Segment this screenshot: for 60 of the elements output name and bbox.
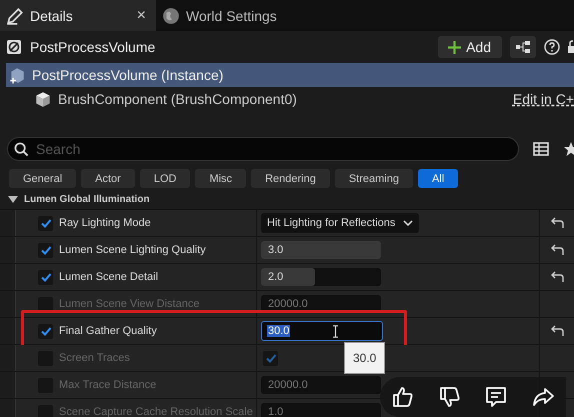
comment-icon[interactable] — [484, 385, 508, 409]
component-item[interactable]: BrushComponent (BrushComponent0) Edit in C+ — [0, 87, 574, 111]
property-label: Scene Capture Cache Resolution Scale — [59, 406, 253, 417]
component-label: BrushComponent (BrushComponent0) — [58, 91, 297, 107]
filter-tab[interactable]: Streaming — [334, 169, 413, 188]
cube-icon — [34, 90, 52, 108]
plus-icon — [448, 40, 462, 54]
thumbs-up-icon[interactable] — [391, 385, 416, 409]
enable-checkbox[interactable] — [38, 270, 53, 284]
expand-arrow-icon[interactable] — [8, 196, 18, 204]
filter-tab[interactable]: General — [9, 169, 76, 188]
property-label: Ray Lighting Mode — [59, 217, 151, 229]
tab-label: Details — [30, 8, 73, 24]
filter-tab[interactable]: Actor — [81, 169, 135, 188]
reset-icon[interactable] — [550, 244, 564, 256]
search-icon — [14, 142, 29, 157]
text-cursor-icon — [332, 324, 340, 338]
dropdown[interactable]: Hit Lighting for Reflections — [261, 213, 420, 233]
edit-link[interactable]: Edit in C+ — [512, 91, 574, 107]
actor-name: PostProcessVolume — [30, 39, 156, 55]
hierarchy-icon — [515, 39, 531, 55]
property-label: Screen Traces — [59, 352, 130, 364]
property-label: Lumen Scene Detail — [59, 271, 158, 283]
close-icon[interactable]: × — [136, 6, 146, 24]
tab-label: World Settings — [186, 8, 277, 24]
search-field[interactable]: Search — [7, 137, 519, 161]
filter-tab[interactable]: Misc — [195, 169, 246, 188]
enable-checkbox[interactable] — [38, 242, 53, 258]
filter-tab[interactable]: Rendering — [251, 169, 330, 188]
filter-tab[interactable]: All — [418, 169, 458, 188]
table-icon[interactable] — [533, 141, 549, 157]
property-label: Lumen Scene Lighting Quality — [59, 244, 206, 256]
property-label: Max Trace Distance — [59, 379, 156, 391]
chevron-down-icon — [403, 220, 414, 226]
add-button[interactable]: Add — [438, 36, 502, 58]
section-title: Lumen Global Illumination — [24, 194, 150, 205]
enable-checkbox[interactable] — [38, 324, 53, 338]
reset-icon[interactable] — [550, 217, 564, 229]
actor-icon — [6, 39, 22, 55]
slider-field[interactable]: 2.0 — [261, 268, 381, 286]
enable-checkbox[interactable] — [38, 216, 53, 230]
property-label: Final Gather Quality — [59, 325, 157, 337]
share-icon[interactable] — [530, 385, 555, 409]
property-label: Lumen Scene View Distance — [59, 298, 200, 310]
reset-icon[interactable] — [550, 325, 564, 337]
tooltip: 30.0 — [344, 342, 386, 374]
cube-icon — [8, 66, 26, 84]
thumbs-down-icon[interactable] — [438, 385, 462, 409]
blueprint-button[interactable] — [510, 36, 536, 58]
pencil-icon — [6, 6, 24, 24]
filter-tab[interactable]: LOD — [140, 169, 190, 188]
help-icon[interactable] — [544, 39, 560, 55]
reset-icon[interactable] — [550, 271, 564, 283]
component-label: PostProcessVolume (Instance) — [32, 67, 224, 83]
component-item[interactable]: PostProcessVolume (Instance) — [6, 63, 574, 87]
lock-icon[interactable] — [568, 39, 574, 55]
panel-tab[interactable]: World Settings — [156, 0, 287, 31]
globe-icon — [162, 6, 180, 24]
panel-tab[interactable]: Details × — [0, 0, 156, 31]
slider-field[interactable]: 3.0 — [261, 241, 381, 259]
